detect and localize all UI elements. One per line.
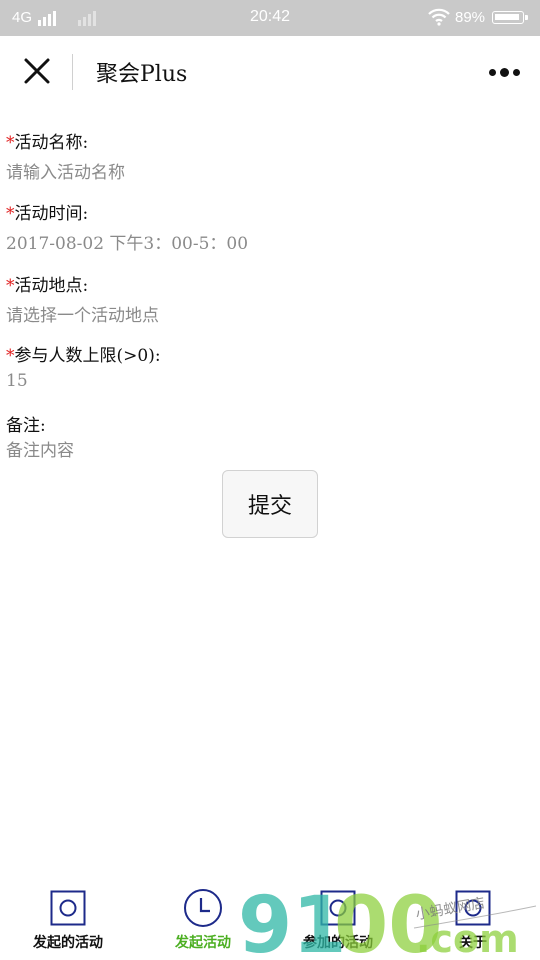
max-participants-label: *参与人数上限(>0):: [6, 341, 161, 366]
nav-bar: 聚会Plus: [0, 36, 540, 108]
more-button[interactable]: [480, 60, 528, 84]
page-title: 聚会Plus: [96, 62, 188, 87]
nav-divider: [72, 54, 73, 90]
tab-create-event[interactable]: 发起活动: [148, 880, 258, 960]
more-dot-icon: [513, 69, 520, 76]
event-name-input[interactable]: 请输入活动名称: [6, 158, 526, 183]
label-text: 活动名称:: [14, 133, 89, 153]
close-icon: [24, 58, 50, 84]
notes-label: 备注:: [6, 411, 46, 436]
more-dot-icon: [489, 69, 496, 76]
battery-icon: [492, 11, 528, 24]
square-circle-icon: [320, 890, 356, 926]
label-text: 参与人数上限(>0):: [14, 346, 161, 366]
tab-joined-events[interactable]: 参加的活动: [283, 880, 393, 960]
square-circle-icon: [50, 890, 86, 926]
required-mark: *: [6, 346, 15, 366]
event-location-picker[interactable]: 请选择一个活动地点: [6, 301, 526, 326]
tab-label: 关于: [459, 935, 487, 951]
tab-about[interactable]: 关于: [418, 880, 528, 960]
clock-icon: [184, 889, 222, 927]
required-mark: *: [6, 276, 15, 296]
required-mark: *: [6, 204, 15, 224]
square-circle-icon: [455, 890, 491, 926]
notes-input[interactable]: 备注内容: [6, 436, 526, 461]
label-text: 活动时间:: [14, 204, 89, 224]
tab-label: 发起活动: [175, 935, 231, 951]
more-dot-icon: [500, 68, 509, 77]
wifi-icon: [428, 8, 450, 26]
label-text: 活动地点:: [14, 276, 89, 296]
label-text: 备注:: [6, 416, 46, 436]
event-time-picker[interactable]: 2017-08-02 下午3：00-5：00: [6, 229, 526, 254]
max-participants-input[interactable]: 15: [6, 371, 526, 391]
event-location-label: *活动地点:: [6, 271, 88, 296]
status-bar: 4G 20:42 89%: [0, 0, 540, 36]
event-name-label: *活动名称:: [6, 128, 88, 153]
battery-percent: 89%: [455, 9, 486, 26]
tab-bar: 发起的活动 发起活动 参加的活动 关于: [0, 880, 540, 960]
event-time-label: *活动时间:: [6, 199, 88, 224]
submit-button[interactable]: 提交: [222, 470, 318, 538]
tab-label: 参加的活动: [303, 935, 373, 951]
close-button[interactable]: [16, 50, 58, 92]
required-mark: *: [6, 133, 15, 153]
tab-my-events[interactable]: 发起的活动: [13, 880, 123, 960]
tab-label: 发起的活动: [33, 935, 103, 951]
